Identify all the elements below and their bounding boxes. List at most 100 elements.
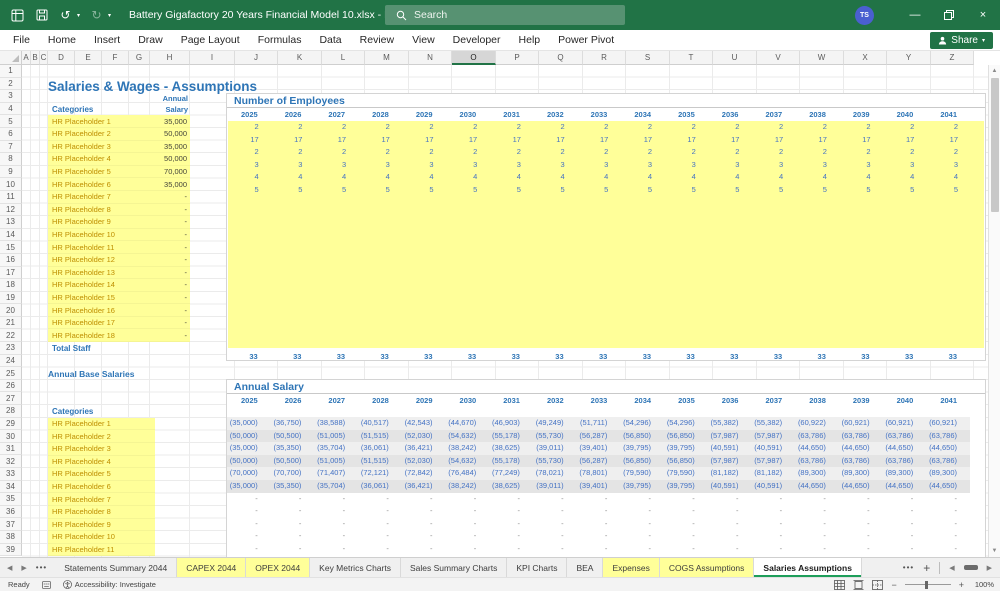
table-row[interactable]: HR Placeholder 5 70,000 — [48, 166, 190, 179]
row-header-36[interactable]: 36 — [0, 505, 22, 519]
column-header-E[interactable]: E — [75, 51, 102, 65]
ribbon-tab-view[interactable]: View — [403, 30, 444, 51]
row-header-20[interactable]: 20 — [0, 304, 22, 317]
row-header-33[interactable]: 33 — [0, 468, 22, 481]
row-header-16[interactable]: 16 — [0, 253, 22, 267]
table-row[interactable]: HR Placeholder 15 - — [48, 292, 190, 305]
ribbon-tab-developer[interactable]: Developer — [444, 30, 510, 51]
row-header-25[interactable]: 25 — [0, 367, 22, 380]
row-header-31[interactable]: 31 — [0, 442, 22, 456]
close-button[interactable]: × — [966, 0, 1000, 30]
sheet-tab-expenses[interactable]: Expenses — [603, 558, 660, 577]
table-row[interactable]: HR Placeholder 18 - — [48, 329, 190, 343]
macro-record-icon[interactable] — [41, 580, 51, 589]
table-row[interactable]: HR Placeholder 17 - — [48, 317, 190, 330]
table-row[interactable]: (50,000) (50,500) (51,005) (51,515) (52,030)… — [227, 454, 970, 468]
excel-app-icon[interactable] — [10, 8, 25, 23]
sheet-tab-kpi-charts[interactable]: KPI Charts — [507, 558, 568, 577]
row-header-7[interactable]: 7 — [0, 140, 22, 154]
table-row[interactable]: ----------------- — [227, 530, 970, 543]
zoom-out-button[interactable]: − — [891, 580, 896, 590]
ribbon-tab-file[interactable]: File — [4, 30, 39, 51]
row-header-26[interactable]: 26 — [0, 379, 22, 393]
sheet-tab-capex-2044[interactable]: CAPEX 2044 — [177, 558, 247, 577]
column-header-H[interactable]: H — [150, 51, 190, 65]
ribbon-tab-review[interactable]: Review — [351, 30, 403, 51]
row-header-15[interactable]: 15 — [0, 241, 22, 254]
table-row[interactable]: HR Placeholder 6 35,000 — [48, 178, 190, 191]
column-header-U[interactable]: U — [713, 51, 757, 65]
minimize-button[interactable]: — — [898, 0, 932, 30]
row-header-23[interactable]: 23 — [0, 342, 22, 355]
column-header-R[interactable]: R — [583, 51, 626, 65]
sheet-tab-opex-2044[interactable]: OPEX 2044 — [246, 558, 311, 577]
column-header-C[interactable]: C — [40, 51, 48, 65]
undo-icon[interactable]: ↺ — [58, 8, 73, 23]
row-header-14[interactable]: 14 — [0, 228, 22, 242]
normal-view-icon[interactable] — [834, 579, 846, 590]
list-item[interactable]: HR Placeholder 2 — [48, 430, 155, 443]
column-header-I[interactable]: I — [190, 51, 235, 65]
column-header-Q[interactable]: Q — [539, 51, 583, 65]
column-header-Y[interactable]: Y — [887, 51, 931, 65]
ribbon-tab-data[interactable]: Data — [310, 30, 350, 51]
column-header-S[interactable]: S — [626, 51, 670, 65]
sheet-tab-cogs-assumptions[interactable]: COGS Assumptions — [659, 558, 755, 577]
vertical-scroll-thumb[interactable] — [990, 78, 999, 212]
table-row[interactable]: HR Placeholder 13 - — [48, 267, 190, 280]
row-header-11[interactable]: 11 — [0, 190, 22, 204]
column-header-A[interactable]: A — [22, 51, 31, 65]
column-header-W[interactable]: W — [800, 51, 844, 65]
avatar[interactable]: TS — [855, 5, 874, 25]
row-header-5[interactable]: 5 — [0, 115, 22, 128]
sheet-tab-bea[interactable]: BEA — [567, 558, 604, 577]
table-row[interactable]: (35,000) (35,350) (35,704) (36,061) (36,421)… — [227, 479, 970, 493]
save-icon[interactable] — [34, 8, 49, 23]
table-row[interactable]: 2 2 2 2 2 2 2 2 2 2 2 2 2 2 2 2 2 — [228, 146, 971, 159]
list-item[interactable]: HR Placeholder 11 — [48, 544, 155, 557]
page-break-view-icon[interactable] — [872, 579, 884, 590]
ribbon-tab-draw[interactable]: Draw — [129, 30, 172, 51]
column-header-B[interactable]: B — [31, 51, 40, 65]
qat-customize-icon[interactable]: ▾ — [108, 12, 111, 19]
row-header-28[interactable]: 28 — [0, 405, 22, 418]
list-item[interactable]: HR Placeholder 7 — [48, 493, 155, 506]
sheet-prev-icon[interactable]: ◀ — [7, 564, 12, 572]
row-header-3[interactable]: 3 — [0, 90, 22, 103]
column-header-F[interactable]: F — [102, 51, 129, 65]
table-row[interactable]: HR Placeholder 12 - — [48, 254, 190, 267]
row-header-18[interactable]: 18 — [0, 279, 22, 292]
horizontal-scroll-thumb[interactable] — [963, 565, 978, 570]
row-header-8[interactable]: 8 — [0, 153, 22, 166]
column-header-G[interactable]: G — [129, 51, 150, 65]
search-box[interactable]: Search — [385, 5, 625, 25]
table-row[interactable]: 3 3 3 3 3 3 3 3 3 3 3 3 3 3 3 3 3 — [228, 159, 971, 172]
sheet-tab-salaries-assumptions[interactable]: Salaries Assumptions — [754, 558, 862, 577]
sheet-next-icon[interactable]: ▶ — [21, 564, 26, 572]
column-header-V[interactable]: V — [757, 51, 800, 65]
new-sheet-button[interactable]: + — [923, 561, 930, 575]
row-header-22[interactable]: 22 — [0, 329, 22, 343]
column-header-M[interactable]: M — [365, 51, 409, 65]
list-item[interactable]: HR Placeholder 6 — [48, 481, 155, 494]
column-header-T[interactable]: T — [670, 51, 713, 65]
zoom-slider[interactable] — [904, 580, 951, 589]
sheet-tab-statements-summary-2044[interactable]: Statements Summary 2044 — [55, 558, 178, 577]
ribbon-tab-formulas[interactable]: Formulas — [249, 30, 311, 51]
table-row[interactable]: 2 2 2 2 2 2 2 2 2 2 2 2 2 2 2 2 2 — [228, 121, 971, 134]
table-row[interactable]: ----------------- — [227, 505, 970, 518]
row-header-32[interactable]: 32 — [0, 455, 22, 468]
column-header-X[interactable]: X — [844, 51, 887, 65]
scroll-down-icon[interactable]: ▼ — [989, 545, 1000, 557]
hscroll-left-icon[interactable]: ◀ — [949, 564, 954, 572]
list-item[interactable]: HR Placeholder 10 — [48, 531, 155, 544]
table-row[interactable]: HR Placeholder 1 35,000 — [48, 115, 190, 128]
row-header-17[interactable]: 17 — [0, 266, 22, 280]
row-header-12[interactable]: 12 — [0, 203, 22, 217]
row-header-13[interactable]: 13 — [0, 216, 22, 229]
row-header-9[interactable]: 9 — [0, 165, 22, 179]
table-row[interactable]: HR Placeholder 10 - — [48, 229, 190, 242]
table-row[interactable]: HR Placeholder 11 - — [48, 241, 190, 254]
sheet-list-icon[interactable]: ••• — [36, 563, 47, 572]
hscroll-right-icon[interactable]: ▶ — [987, 564, 992, 572]
